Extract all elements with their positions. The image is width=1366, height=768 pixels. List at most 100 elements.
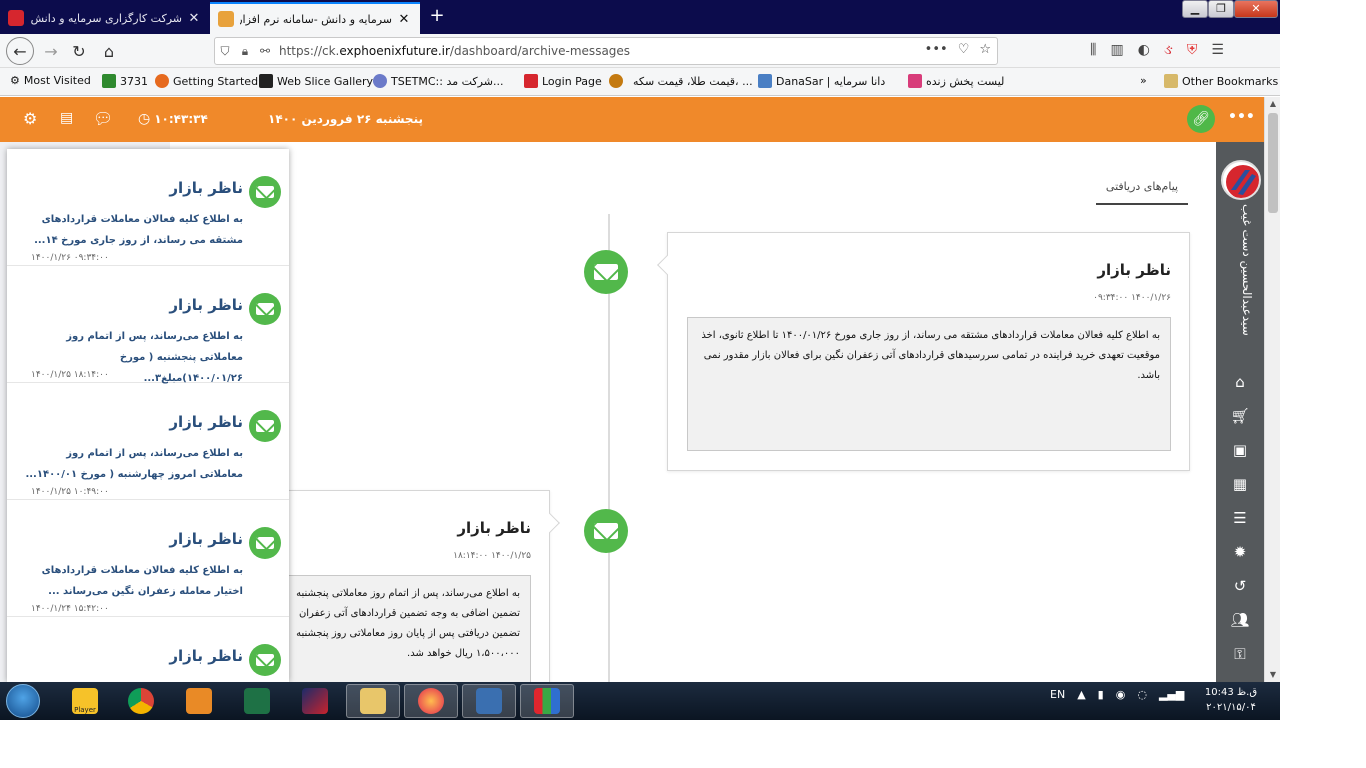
- power-icon[interactable]: ▮: [1098, 688, 1104, 701]
- taskbar-chart-app[interactable]: [288, 684, 342, 718]
- url-bar[interactable]: ⛉ 🔒︎ ⚯ https://ck.exphoenixfuture.ir/das…: [214, 37, 998, 65]
- gear-icon[interactable]: ⚙: [23, 109, 37, 128]
- pocket-icon[interactable]: ♡: [958, 42, 970, 57]
- browser-nav-bar: ← → ↻ ⌂ ⛉ 🔒︎ ⚯ https://ck.exphoenixfutur…: [0, 34, 1280, 68]
- screen: شرکت کارگزاری سرمایه و دانش ✕ سرمایه و د…: [0, 0, 1280, 720]
- bookmark-web-slice-gallery[interactable]: Web Slice Gallery: [259, 74, 373, 88]
- notification-item[interactable]: ناظر بازار: [7, 617, 289, 682]
- taskbar-explorer[interactable]: [346, 684, 400, 718]
- badge-icon[interactable]: ✹: [1228, 542, 1252, 562]
- reload-button[interactable]: ↻: [66, 38, 92, 64]
- notification-item[interactable]: ناظر بازار به اطلاع می‌رساند، پس از اتما…: [7, 383, 289, 500]
- right-sidebar: سیدعبدالحسین دست غیب ⌂ 🛒︎ ▣ ▦ ☰ ✹ ↺ 👥︎ ⚿: [1216, 142, 1264, 682]
- window-close-button[interactable]: ✕: [1234, 0, 1278, 18]
- users-icon[interactable]: 👥︎: [1228, 610, 1252, 630]
- page-title[interactable]: پیام‌های دریافتی: [1096, 180, 1188, 205]
- taskbar-media[interactable]: [172, 684, 226, 718]
- taskbar-player[interactable]: Player: [58, 684, 112, 718]
- window-maximize-button[interactable]: ❐: [1208, 0, 1234, 18]
- taskbar-code-editor[interactable]: [462, 684, 516, 718]
- web-slice-icon: [259, 74, 273, 88]
- notification-item[interactable]: ناظر بازار به اطلاع کلیه فعالان معاملات …: [7, 149, 289, 266]
- list-icon[interactable]: ☰: [1228, 508, 1252, 528]
- browser-toolbar-right: ⫼ ▥ ◐ ઙ ⛨ ☰: [1090, 42, 1224, 58]
- library-icon[interactable]: ⫼: [1090, 42, 1096, 58]
- permissions-icon[interactable]: ⚯: [255, 44, 275, 58]
- scroll-down-icon[interactable]: ▼: [1265, 668, 1280, 682]
- language-indicator[interactable]: EN: [1050, 688, 1065, 701]
- notification-item[interactable]: ناظر بازار به اطلاع کلیه فعالان معاملات …: [7, 500, 289, 617]
- envelope-icon: [256, 186, 274, 198]
- bookmark-tsetmc[interactable]: TSETMC:: شرکت مد...: [373, 74, 503, 88]
- taskbar-chrome[interactable]: [114, 684, 168, 718]
- bookmarks-overflow-icon[interactable]: »: [1140, 74, 1147, 87]
- tray-expand-icon[interactable]: ▲: [1077, 688, 1085, 701]
- close-icon[interactable]: ✕: [186, 11, 202, 26]
- money-icon[interactable]: ▣: [1228, 440, 1252, 460]
- bookmark-most-visited[interactable]: ⚙ Most Visited: [10, 74, 91, 87]
- security-icon[interactable]: ◉: [1116, 688, 1126, 701]
- history-icon[interactable]: ↺: [1228, 576, 1252, 596]
- close-icon[interactable]: ✕: [396, 12, 412, 27]
- signal-icon[interactable]: ▂▄▆: [1159, 688, 1184, 701]
- bookmark-getting-started[interactable]: Getting Started: [155, 74, 258, 88]
- card-icon[interactable]: ▤: [60, 110, 73, 126]
- shield-extension-icon[interactable]: ⛨: [1187, 42, 1198, 58]
- app-header: ⚙ ▤ 💬︎ ◷ ۱۰:۴۳:۳۴ پنجشنبه ۲۶ فروردین ۱۴۰…: [0, 97, 1264, 142]
- url-text[interactable]: https://ck.exphoenixfuture.ir/dashboard/…: [279, 44, 630, 58]
- envelope-icon: [256, 420, 274, 432]
- chat-icon[interactable]: 💬︎: [93, 109, 113, 128]
- taskbar-excel[interactable]: [230, 684, 284, 718]
- firefox-icon: [155, 74, 169, 88]
- scrollbar-thumb[interactable]: [1268, 113, 1278, 213]
- avatar[interactable]: [1221, 160, 1261, 200]
- lock-icon[interactable]: 🔒︎: [235, 44, 255, 59]
- network-icon[interactable]: ◌: [1137, 688, 1147, 701]
- timeline-envelope-badge: [584, 250, 628, 294]
- menu-icon[interactable]: ☰: [1211, 42, 1224, 58]
- brand-logo-icon: [1226, 165, 1259, 198]
- account-icon[interactable]: ◐: [1138, 42, 1150, 58]
- bookmark-danasar[interactable]: DanaSar | دانا سرمایه: [758, 74, 885, 88]
- taskbar-firefox[interactable]: [404, 684, 458, 718]
- calculator-icon[interactable]: ▦: [1228, 474, 1252, 494]
- window-minimize-button[interactable]: ▁: [1182, 0, 1208, 18]
- bookmark-other[interactable]: Other Bookmarks: [1164, 74, 1278, 88]
- back-button[interactable]: ←: [6, 37, 34, 65]
- home-button[interactable]: ⌂: [96, 38, 122, 64]
- envelope-icon: [256, 303, 274, 315]
- scroll-up-icon[interactable]: ▲: [1265, 97, 1280, 111]
- tab-brokerage[interactable]: شرکت کارگزاری سرمایه و دانش ✕: [0, 2, 210, 34]
- bookmark-3731[interactable]: 3731: [102, 74, 148, 88]
- gear-icon: ⚙: [10, 74, 20, 87]
- home-icon[interactable]: ⌂: [1228, 372, 1252, 392]
- notification-item[interactable]: ناظر بازار به اطلاع می‌رساند، پس از اتما…: [7, 266, 289, 384]
- code-editor-icon: [476, 688, 502, 714]
- taskbar-clock[interactable]: 10:43 ق.ظ ۲۰۲۱/۱۵/۰۴: [1196, 685, 1266, 715]
- start-button[interactable]: [6, 684, 40, 718]
- forward-button[interactable]: →: [38, 38, 64, 64]
- cart-icon[interactable]: 🛒︎: [1228, 406, 1252, 426]
- key-icon[interactable]: ⚿: [1228, 644, 1252, 664]
- bookmark-star-icon[interactable]: ☆: [979, 42, 991, 57]
- bookmark-login-page[interactable]: Login Page: [524, 74, 602, 88]
- sidebar-toggle-icon[interactable]: ▥: [1110, 42, 1123, 58]
- extension-icon[interactable]: ઙ: [1164, 42, 1173, 58]
- gold-favicon-icon: [609, 74, 623, 88]
- archive-messages-panel: پیام‌های دریافتی ناظر بازار ۱۴۰۰/۱/۲۶ ۰۹…: [160, 142, 1216, 682]
- notification-title: ناظر بازار: [169, 413, 243, 431]
- bookmark-gold-price[interactable]: قیمت طلا، قیمت سکه، ...: [609, 74, 753, 88]
- more-actions-icon[interactable]: •••: [925, 42, 948, 57]
- live-favicon-icon: [908, 74, 922, 88]
- link-button[interactable]: 🔗︎: [1187, 105, 1215, 133]
- header-date: پنجشنبه ۲۶ فروردین ۱۴۰۰: [268, 112, 423, 126]
- envelope-badge: [249, 410, 281, 442]
- more-menu-icon[interactable]: •••: [1228, 109, 1255, 125]
- new-tab-button[interactable]: +: [426, 5, 448, 27]
- envelope-icon: [256, 654, 274, 666]
- taskbar-bar-chart[interactable]: [520, 684, 574, 718]
- tab-software[interactable]: سرمایه و دانش -سامانه نرم افزاری ✕: [210, 2, 420, 34]
- bookmark-live-list[interactable]: لیست پخش زنده: [908, 74, 1004, 88]
- page-scrollbar[interactable]: ▲ ▼: [1264, 97, 1280, 682]
- link-icon: 🔗︎: [1192, 111, 1210, 127]
